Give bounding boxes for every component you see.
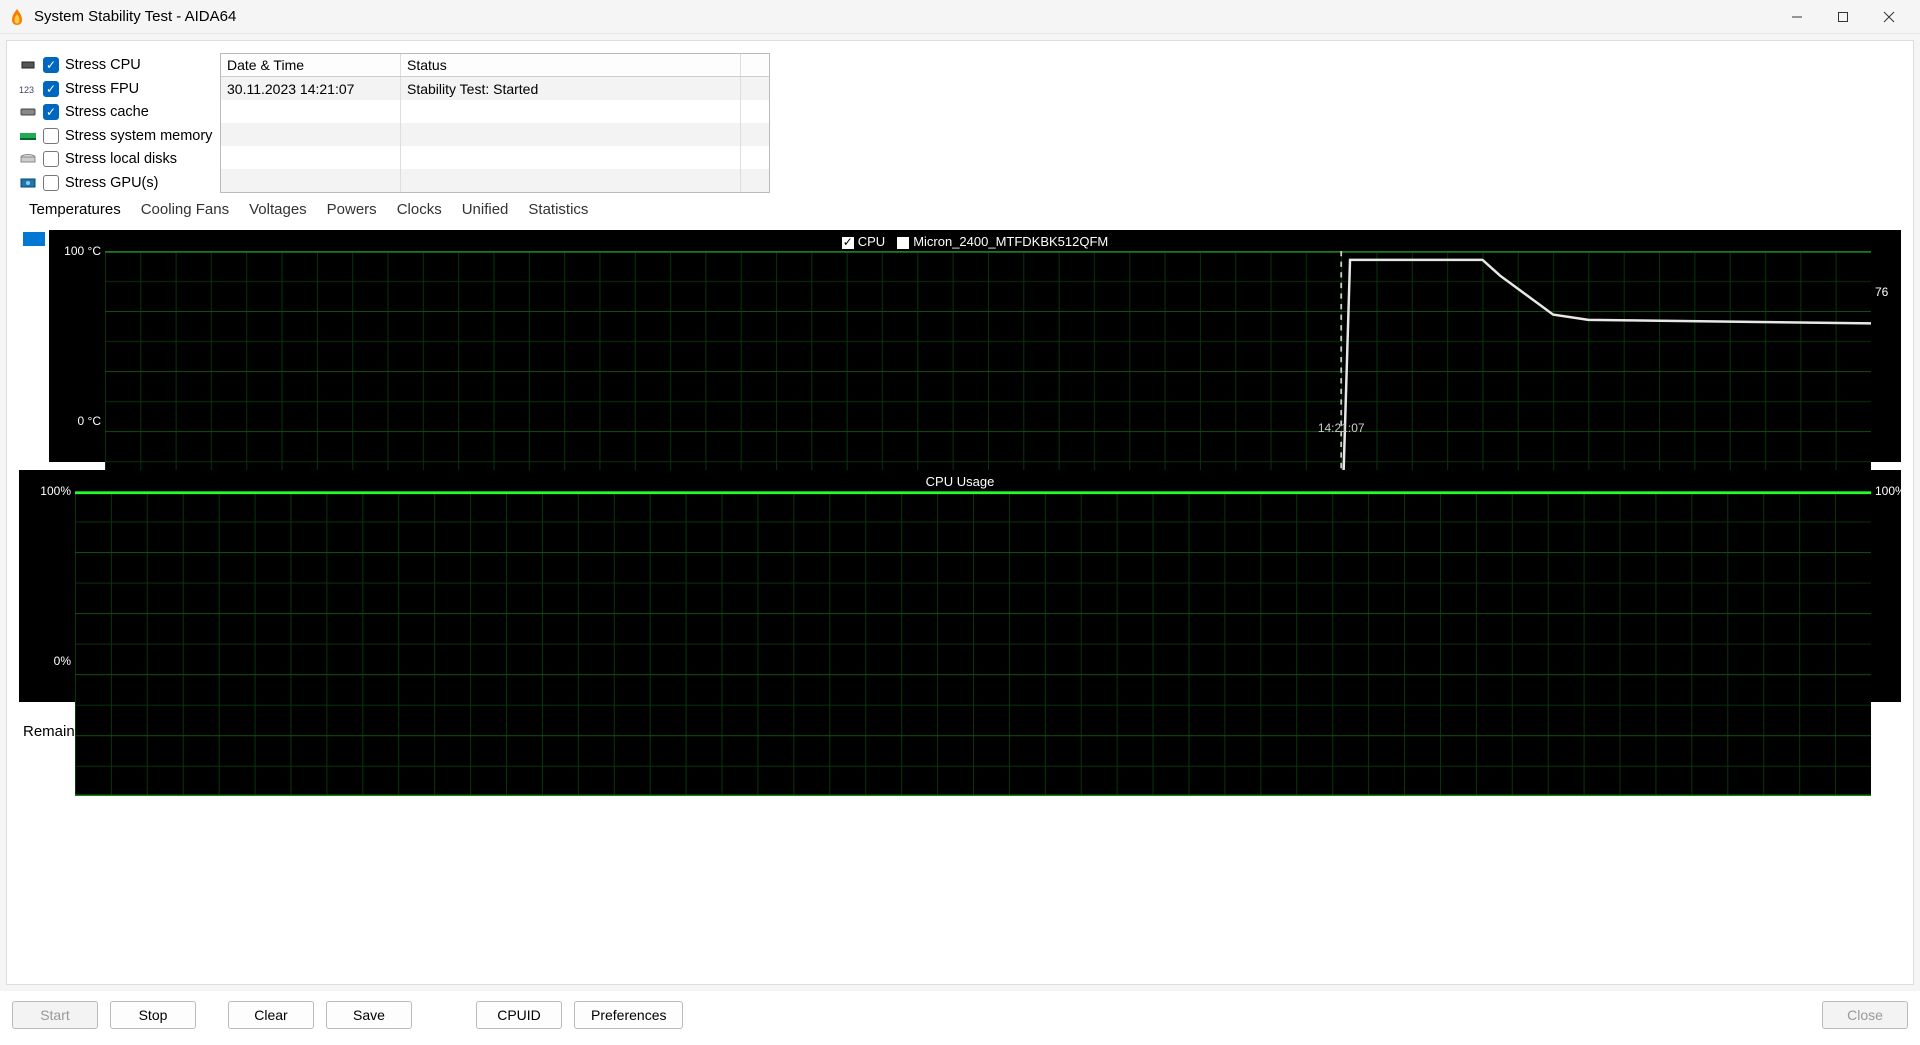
legend-checkbox-0[interactable] <box>842 237 854 249</box>
log-header-status[interactable]: Status <box>401 54 741 76</box>
tab-voltages[interactable]: Voltages <box>243 197 313 226</box>
stress-checkbox-5[interactable] <box>43 175 59 191</box>
usage-plot-wrap: 100% 0% 100% <box>75 491 1871 661</box>
top-row: Stress CPU 123 Stress FPU Stress cache Stres… <box>19 53 1901 193</box>
usage-graph-outer: CPU Usage 100% 0% 100% <box>19 470 1901 702</box>
temp-current-value: 76 <box>1875 285 1888 299</box>
log-row[interactable] <box>221 100 769 123</box>
disk-icon <box>19 153 37 165</box>
temperature-plot-wrap: 100 °C 0 °C 76 14:21:07 <box>105 251 1871 421</box>
legend-checkbox-1[interactable] <box>897 237 909 249</box>
button-bar: Start Stop Clear Save CPUID Preferences … <box>0 991 1920 1045</box>
tab-clocks[interactable]: Clocks <box>391 197 448 226</box>
stress-label-2[interactable]: Stress cache <box>65 104 149 120</box>
maximize-button[interactable] <box>1820 1 1866 33</box>
drive-icon <box>19 106 37 118</box>
minimize-button[interactable] <box>1774 1 1820 33</box>
start-button[interactable]: Start <box>12 1001 98 1029</box>
tab-statistics[interactable]: Statistics <box>522 197 594 226</box>
close-window-button[interactable] <box>1866 1 1912 33</box>
chip-icon <box>19 59 37 71</box>
close-button[interactable]: Close <box>1822 1001 1908 1029</box>
cpuid-button[interactable]: CPUID <box>476 1001 562 1029</box>
stress-checkbox-2[interactable] <box>43 104 59 120</box>
log-table: Date & Time Status 30.11.2023 14:21:07St… <box>220 53 770 193</box>
stress-option-0: Stress CPU <box>19 55 214 76</box>
log-cell-datetime <box>221 146 401 169</box>
tab-cooling-fans[interactable]: Cooling Fans <box>135 197 235 226</box>
ram-icon <box>19 130 37 142</box>
app-window: System Stability Test - AIDA64 Stress CP… <box>0 0 1920 1045</box>
usage-ylabel-bottom: 0% <box>54 654 71 668</box>
stress-checkbox-4[interactable] <box>43 151 59 167</box>
app-icon <box>8 8 26 26</box>
series-bar-cpu[interactable] <box>23 232 45 246</box>
log-row[interactable] <box>221 169 769 192</box>
graph-series-gutter <box>19 230 49 462</box>
stress-label-3[interactable]: Stress system memory <box>65 128 212 144</box>
window-title: System Stability Test - AIDA64 <box>34 8 236 25</box>
stress-checkbox-0[interactable] <box>43 57 59 73</box>
stop-button[interactable]: Stop <box>110 1001 196 1029</box>
stress-option-5: Stress GPU(s) <box>19 173 214 194</box>
cpu-usage-graph[interactable]: CPU Usage 100% 0% 100% <box>19 470 1901 702</box>
log-cell-status <box>401 123 741 146</box>
usage-svg <box>75 491 1871 796</box>
log-cell-datetime <box>221 123 401 146</box>
gpu-icon <box>19 177 37 189</box>
stress-option-2: Stress cache <box>19 102 214 123</box>
log-row[interactable] <box>221 123 769 146</box>
stress-checkbox-1[interactable] <box>43 81 59 97</box>
temperature-graph[interactable]: CPU Micron_2400_MTFDKBK512QFM 100 °C 0 °C… <box>49 230 1901 462</box>
log-cell-datetime <box>221 100 401 123</box>
log-cell-status <box>401 169 741 192</box>
log-row[interactable]: 30.11.2023 14:21:07Stability Test: Start… <box>221 77 769 100</box>
stress-checkbox-3[interactable] <box>43 128 59 144</box>
fpu-icon: 123 <box>19 83 37 95</box>
svg-text:123: 123 <box>19 85 34 95</box>
log-cell-status <box>401 146 741 169</box>
usage-title: CPU Usage <box>19 470 1901 491</box>
log-cell-status <box>401 100 741 123</box>
stress-label-1[interactable]: Stress FPU <box>65 81 139 97</box>
stress-option-4: Stress local disks <box>19 149 214 170</box>
temp-xlabel-start: 14:21:07 <box>1318 421 1365 435</box>
temperature-legend: CPU Micron_2400_MTFDKBK512QFM <box>49 230 1901 251</box>
log-header-scroll <box>741 54 765 76</box>
log-row[interactable] <box>221 146 769 169</box>
log-header: Date & Time Status <box>221 54 769 77</box>
clear-button[interactable]: Clear <box>228 1001 314 1029</box>
legend-item-1[interactable]: Micron_2400_MTFDKBK512QFM <box>897 234 1108 249</box>
graph-container: CPU Micron_2400_MTFDKBK512QFM 100 °C 0 °C… <box>19 230 1901 702</box>
stress-option-1: 123 Stress FPU <box>19 79 214 100</box>
titlebar: System Stability Test - AIDA64 <box>0 0 1920 34</box>
temp-ylabel-top: 100 °C <box>64 244 101 258</box>
save-button[interactable]: Save <box>326 1001 412 1029</box>
stress-options-list: Stress CPU 123 Stress FPU Stress cache Stres… <box>19 53 214 193</box>
stress-label-0[interactable]: Stress CPU <box>65 57 141 73</box>
tab-unified[interactable]: Unified <box>456 197 515 226</box>
usage-ylabel-top: 100% <box>40 484 71 498</box>
log-header-datetime[interactable]: Date & Time <box>221 54 401 76</box>
log-body: 30.11.2023 14:21:07Stability Test: Start… <box>221 77 769 192</box>
stress-label-4[interactable]: Stress local disks <box>65 151 177 167</box>
stress-label-5[interactable]: Stress GPU(s) <box>65 175 158 191</box>
usage-right-label: 100% <box>1875 484 1906 498</box>
log-cell-datetime <box>221 169 401 192</box>
tab-powers[interactable]: Powers <box>321 197 383 226</box>
tab-bar: Temperatures Cooling Fans Voltages Powers Cl… <box>19 197 1901 226</box>
stress-option-3: Stress system memory <box>19 126 214 147</box>
log-cell-status: Stability Test: Started <box>401 77 741 100</box>
tab-temperatures[interactable]: Temperatures <box>23 197 127 226</box>
usage-title-text: CPU Usage <box>926 474 995 489</box>
log-cell-datetime: 30.11.2023 14:21:07 <box>221 77 401 100</box>
preferences-button[interactable]: Preferences <box>574 1001 683 1029</box>
content-area: Stress CPU 123 Stress FPU Stress cache Stres… <box>6 40 1914 985</box>
temperature-graph-outer: CPU Micron_2400_MTFDKBK512QFM 100 °C 0 °C… <box>19 230 1901 462</box>
temp-ylabel-bottom: 0 °C <box>78 414 101 428</box>
legend-item-0[interactable]: CPU <box>842 234 885 249</box>
